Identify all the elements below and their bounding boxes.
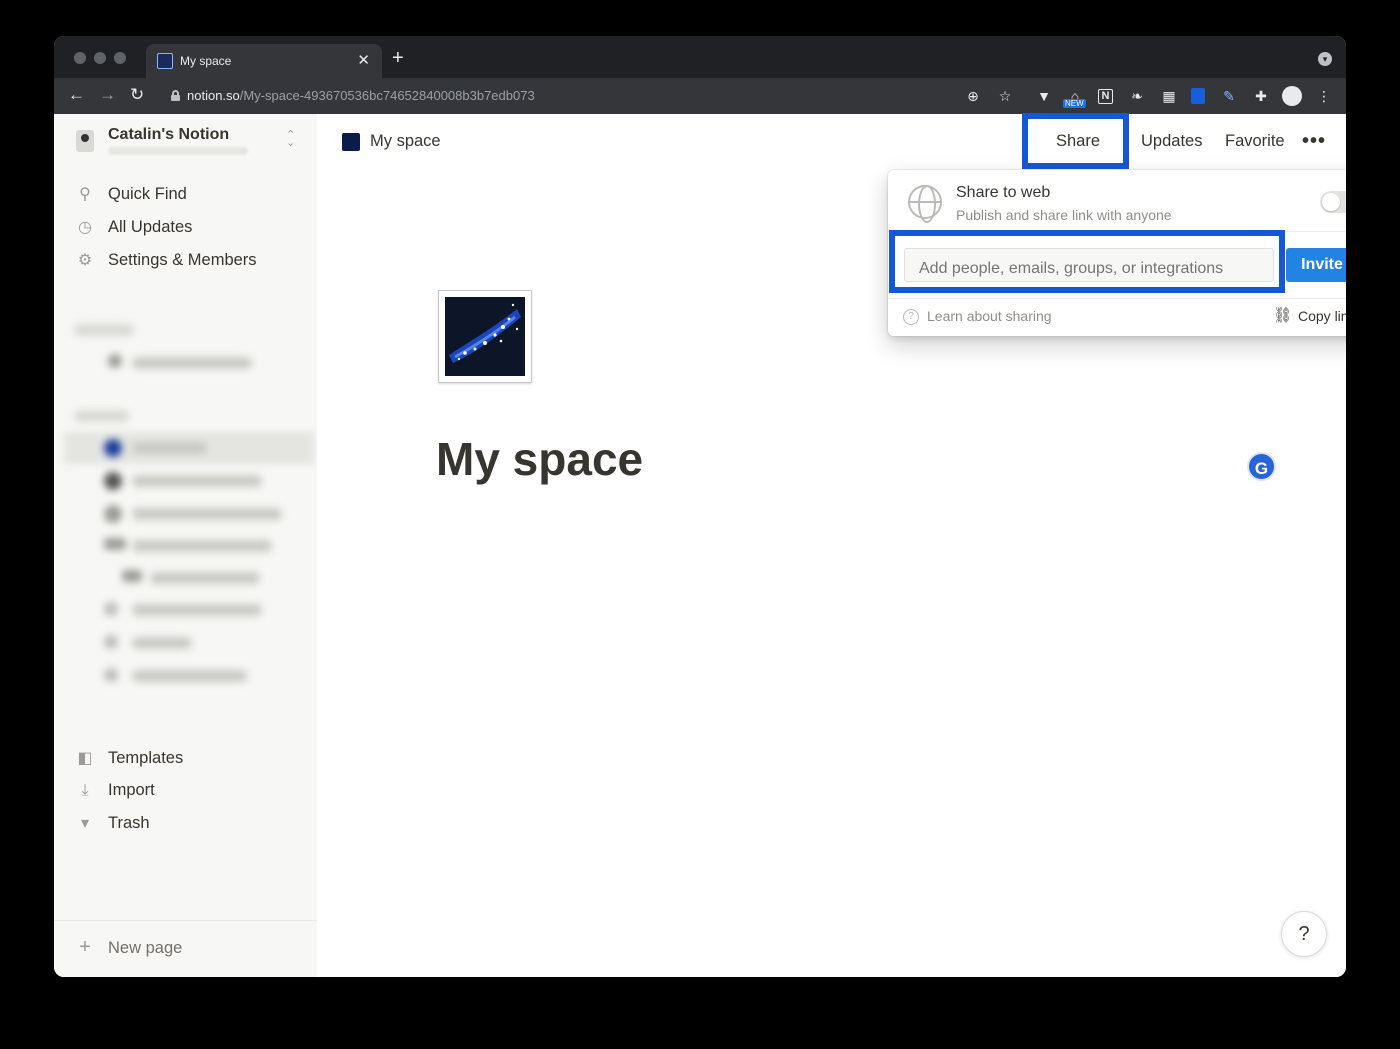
sidebar-item-label: Templates (108, 749, 184, 767)
sidebar-item-label: Quick Find (108, 185, 187, 203)
help-circle-icon: ? (903, 309, 919, 325)
forward-arrow-icon[interactable]: → (99, 84, 116, 106)
reload-icon[interactable]: ↻ (130, 84, 144, 106)
link-icon: ⛓ (1273, 307, 1293, 324)
minimize-window-button[interactable] (94, 52, 106, 64)
profile-avatar-icon[interactable] (1282, 86, 1302, 106)
clock-icon: ◷ (78, 219, 92, 236)
favorite-button[interactable]: Favorite (1225, 132, 1285, 151)
new-page-label: New page (108, 939, 183, 957)
updates-button[interactable]: Updates (1141, 132, 1202, 151)
learn-about-sharing-link[interactable]: Learn about sharing (927, 308, 1052, 324)
bookmark-star-icon[interactable]: ☆ (996, 87, 1014, 105)
share-to-web-description: Publish and share link with anyone (956, 207, 1172, 223)
back-arrow-icon[interactable]: ← (68, 84, 85, 106)
workspace-name: Catalin's Notion (108, 126, 230, 143)
copy-link-button[interactable]: Copy link (1298, 308, 1346, 324)
close-window-button[interactable] (74, 52, 86, 64)
new-page-button[interactable]: + New page (54, 920, 317, 977)
page-breadcrumb-icon (342, 133, 360, 151)
notion-extension-icon[interactable]: N (1098, 89, 1113, 104)
gear-icon: ⚙ (77, 252, 93, 269)
search-icon: ⚲ (79, 186, 91, 203)
globe-icon (908, 185, 942, 223)
browser-window: My space ✕ + ▾ ← → ↻ notion.so/My-space-… (54, 36, 1346, 977)
starfield-image (445, 297, 525, 376)
sidebar-item-import[interactable]: ⤓ Import (54, 775, 317, 805)
bitwarden-extension-icon[interactable] (1191, 88, 1205, 104)
grammarly-icon[interactable]: G (1247, 452, 1276, 481)
chevron-updown-icon: ⌃ ⌄ (286, 129, 296, 149)
invite-button[interactable]: Invite (1286, 248, 1346, 282)
workspace-switcher[interactable]: Catalin's Notion ⌃ ⌄ (54, 114, 317, 162)
grid-extension-icon[interactable]: ▦ (1160, 87, 1178, 105)
lock-icon[interactable] (171, 90, 180, 101)
page-icon[interactable] (438, 290, 532, 383)
sidebar-item-templates[interactable]: ◧ Templates (54, 743, 317, 773)
sidebar: Catalin's Notion ⌃ ⌄ ⚲ Quick Find ◷ All U… (54, 114, 317, 977)
url-text: notion.so/My-space-493670536bc7465284000… (187, 88, 535, 103)
more-options-icon[interactable]: ••• (1302, 130, 1326, 153)
help-button[interactable]: ? (1281, 911, 1327, 957)
blurred-page-tree (64, 302, 314, 697)
download-icon: ⤓ (81, 782, 89, 799)
pen-extension-icon[interactable]: ✎ (1220, 87, 1238, 105)
templates-icon: ◧ (77, 750, 93, 767)
tab-strip: My space ✕ + ▾ (54, 36, 1346, 78)
divider (888, 298, 1346, 299)
tab-close-icon[interactable]: ✕ (357, 51, 370, 69)
tab-favicon-icon (157, 53, 173, 69)
browser-toolbar: ← → ↻ notion.so/My-space-493670536bc7465… (54, 78, 1346, 114)
share-highlight-box (1022, 113, 1129, 169)
puzzle-extensions-icon[interactable]: ✚ (1252, 87, 1270, 105)
zoom-icon[interactable]: ⊕ (964, 87, 982, 105)
new-tab-button[interactable]: + (392, 48, 404, 68)
invite-input-highlight-box (889, 230, 1285, 293)
sidebar-item-quick-find[interactable]: ⚲ Quick Find (54, 179, 317, 209)
browser-tab[interactable]: My space ✕ (146, 44, 382, 78)
sidebar-item-trash[interactable]: ▾ Trash (54, 808, 317, 838)
page-content: My space Share Updates Favorite ••• My s… (317, 113, 1346, 977)
share-to-web-title: Share to web (956, 184, 1051, 201)
breadcrumb-page-title[interactable]: My space (370, 132, 441, 151)
sidebar-item-label: Settings & Members (108, 251, 257, 269)
rabbit-extension-icon[interactable]: ❧ (1128, 87, 1146, 105)
page-title[interactable]: My space (436, 432, 643, 486)
bank-extension-icon[interactable]: ⌂ NEW (1063, 87, 1086, 108)
plus-icon: + (79, 936, 91, 958)
trash-icon: ▾ (80, 815, 90, 832)
address-bar[interactable]: notion.so/My-space-493670536bc7465284000… (162, 82, 994, 110)
sidebar-item-label: Trash (108, 814, 150, 832)
tab-search-icon[interactable]: ▾ (1318, 52, 1332, 66)
sidebar-item-settings[interactable]: ⚙ Settings & Members (54, 245, 317, 275)
new-badge: NEW (1063, 99, 1086, 108)
share-to-web-toggle[interactable] (1320, 191, 1346, 213)
sidebar-item-label: All Updates (108, 218, 193, 236)
tab-title: My space (180, 54, 232, 68)
vivaldi-extension-icon[interactable]: ▼ (1035, 87, 1053, 105)
chrome-menu-icon[interactable]: ⋮ (1315, 87, 1333, 105)
sidebar-item-all-updates[interactable]: ◷ All Updates (54, 212, 317, 242)
workspace-email-redacted (108, 147, 248, 155)
workspace-avatar (76, 130, 94, 152)
maximize-window-button[interactable] (114, 52, 126, 64)
sidebar-item-label: Import (108, 781, 155, 799)
